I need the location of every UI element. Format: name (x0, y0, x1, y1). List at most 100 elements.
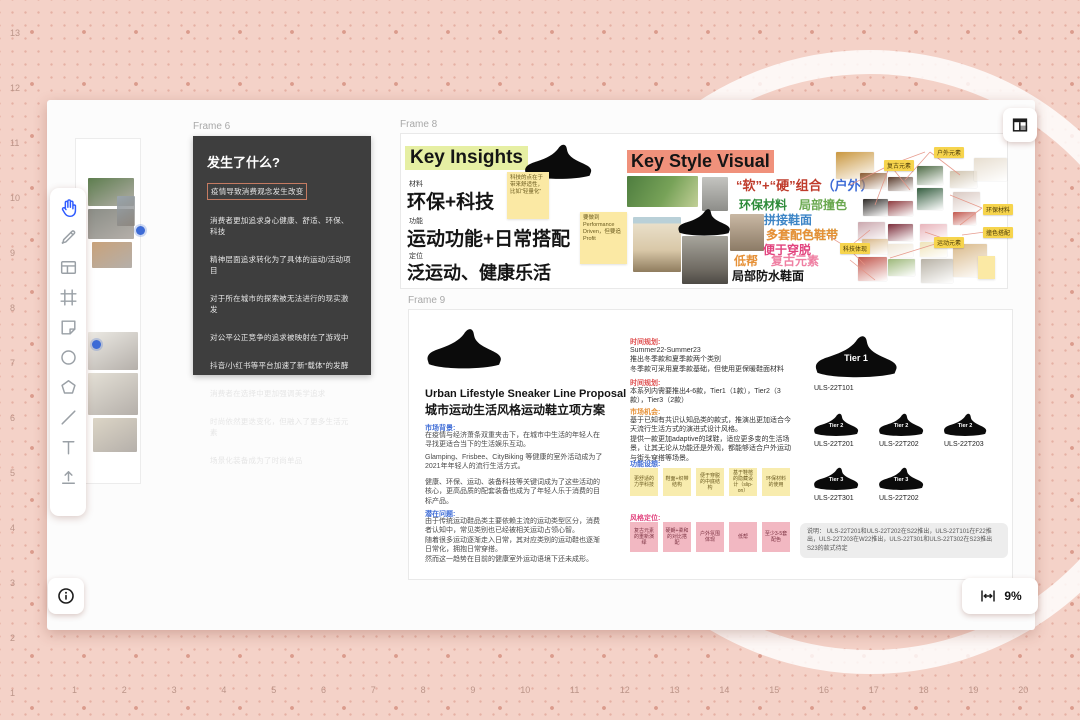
sneaker-silhouette (676, 207, 732, 238)
moodboard-sneaker-photo (974, 158, 1007, 181)
frame6-panel[interactable]: 发生了什么? 疫情导致消费观念发生改变 消费者更加追求身心健康、舒适、环保、科技精… (193, 136, 371, 465)
sticky-note: 科技的点在于带来舒适性，比如“轻量化” (507, 172, 549, 219)
tier-name: Tier 2 (828, 422, 844, 429)
moodboard-sneaker-photo (953, 212, 976, 225)
text-icon (62, 440, 74, 455)
tier-sneaker: Tier 2 (877, 412, 925, 438)
photo-glamping-tent (633, 217, 681, 272)
tier-code: ULS-22T201 (814, 441, 854, 448)
tier-code: ULS-22T301 (814, 495, 854, 502)
tier-name: Tier 2 (893, 422, 909, 429)
board-view-button[interactable] (1003, 108, 1037, 142)
line-icon (60, 409, 76, 425)
info-button[interactable] (48, 578, 84, 614)
function-idea-sticky: 基于鞋楦的隐藏设计（slip-on） (729, 468, 757, 496)
style-positioning-sticky: 至少3-5套配色 (762, 522, 790, 552)
ruler-bottom-number: 1 (72, 685, 78, 695)
frame6-label[interactable]: Frame 6 (193, 121, 230, 132)
ruler-bottom-number: 5 (271, 685, 277, 695)
moodboard-tag: 户外元素 (934, 147, 965, 158)
timeline2-text: 本系列内需要推出4-6款，Tier1（1款），Tier2（3款），Tier3（2… (630, 388, 781, 405)
zoom-indicator[interactable]: 9% (962, 578, 1038, 614)
moodboard-sneaker-photo (858, 257, 887, 281)
ruler-bottom-number: 18 (918, 685, 929, 695)
key-insights-title: Key Insights (405, 146, 528, 170)
ruler-left-number: 4 (10, 523, 16, 533)
moodboard-tag: 复古元素 (884, 160, 915, 171)
tool-circle[interactable] (55, 344, 81, 370)
moodboard-sneaker-photo (888, 224, 913, 241)
function-idea-sticky: 更舒适的力学科技 (630, 468, 658, 496)
photo-bike-market (682, 236, 728, 284)
ruler-bottom-number: 3 (171, 685, 177, 695)
moodboard-sneaker-photo (888, 177, 913, 191)
style-positioning-sticky: 复古元素的重新演绎 (630, 522, 658, 552)
style-positioning-sticky: 低帮 (729, 522, 757, 552)
upload-icon (61, 470, 75, 484)
insight-function: 运动功能+日常搭配 (407, 229, 571, 250)
collaborator-marker (92, 340, 101, 349)
page-thumbnail (88, 373, 138, 415)
moodboard-sneaker-photo (888, 201, 913, 216)
proposal-title-cn: 城市运动生活风格运动鞋立项方案 (425, 403, 606, 417)
zoom-level-value: 9% (1004, 589, 1022, 603)
tool-line[interactable] (55, 404, 81, 430)
ruler-left-number: 3 (10, 578, 16, 588)
ruler-bottom-number: 19 (968, 685, 979, 695)
ruler-bottom-number: 4 (221, 685, 227, 695)
ruler-bottom-number: 6 (321, 685, 327, 695)
tool-sticky-note[interactable] (55, 314, 81, 340)
photo-cyclist (730, 214, 764, 251)
tool-frame[interactable] (55, 284, 81, 310)
frame9-label[interactable]: Frame 9 (408, 295, 445, 306)
ruler-left-number: 12 (10, 83, 21, 93)
tool-hand[interactable] (55, 194, 81, 220)
tool-pentagon[interactable] (55, 374, 81, 400)
ruler-bottom-number: 8 (420, 685, 426, 695)
insight-positioning: 泛运动、健康乐活 (407, 263, 551, 283)
collaborator-marker (136, 226, 145, 235)
ruler-bottom-number: 12 (619, 685, 630, 695)
ruler-left-number: 9 (10, 248, 16, 258)
moodboard-tag: 环保材料 (983, 204, 1014, 215)
ruler-left-number: 2 (10, 633, 16, 643)
moodboard-sneaker-photo (917, 188, 943, 210)
photo-street-fashion (702, 177, 728, 211)
photo-sports (627, 176, 698, 207)
page-thumbnail (88, 332, 138, 370)
tool-pencil[interactable] (55, 224, 81, 250)
moodboard-sneaker-photo (953, 192, 980, 211)
tier-code: ULS-22T202 (879, 441, 919, 448)
what-happened-item: 对公平公正竞争的追求被映射在了游戏中 (210, 333, 349, 342)
board-layout-icon (1012, 118, 1028, 132)
tier-name: Tier 1 (844, 353, 868, 364)
potential-issue-para: 由于传统运动鞋品类主要依赖主流的运动类型区分，消费者认知中，常见类别也已经被相关… (425, 518, 600, 563)
moodboard-sneaker-photo (950, 171, 977, 188)
ruler-bottom-number: 7 (370, 685, 376, 695)
what-happened-item: 精神层面追求转化为了具体的运动/活动项目 (210, 255, 351, 275)
ruler-left-number: 6 (10, 413, 16, 423)
ruler-bottom-number: 14 (719, 685, 730, 695)
ruler-bottom-number: 16 (819, 685, 830, 695)
tool-text[interactable] (55, 434, 81, 460)
frame8-label[interactable]: Frame 8 (400, 119, 437, 130)
tool-layout[interactable] (55, 254, 81, 280)
market-background-para1: 在疫情与经济萧条双重夹击下，在城市中生活的年轻人在寻找更适合当下的生活娱乐互动。 (425, 432, 600, 449)
frame-icon (59, 288, 77, 306)
tier-sneaker: Tier 3 (812, 466, 860, 492)
tier-code: ULS-22T202 (879, 495, 919, 502)
ruler-bottom-number: 13 (669, 685, 680, 695)
market-background-para3: 健康、环保、运动、装备科技等关键词成为了这些活动的核心，更高品质的配套装备也成为… (425, 479, 600, 505)
moodboard-tag: 撞色搭配 (983, 227, 1014, 238)
function-idea-sticky: 环保材料的使用 (762, 468, 790, 496)
ruler-left-number: 10 (10, 193, 21, 203)
what-happened-item: 消费者在选择中更加强调美学追求 (210, 389, 326, 398)
key-style-visual-title: Key Style Visual (627, 150, 774, 173)
moodboard-sneaker-photo (888, 259, 915, 276)
sticky-note: 要做到Performance Driven，但要追Profit (580, 212, 627, 264)
tool-upload[interactable] (55, 464, 81, 490)
ruler-bottom-number: 17 (868, 685, 879, 695)
ruler-bottom-number: 10 (520, 685, 531, 695)
circle-icon (60, 349, 76, 365)
fit-width-icon (981, 590, 996, 602)
